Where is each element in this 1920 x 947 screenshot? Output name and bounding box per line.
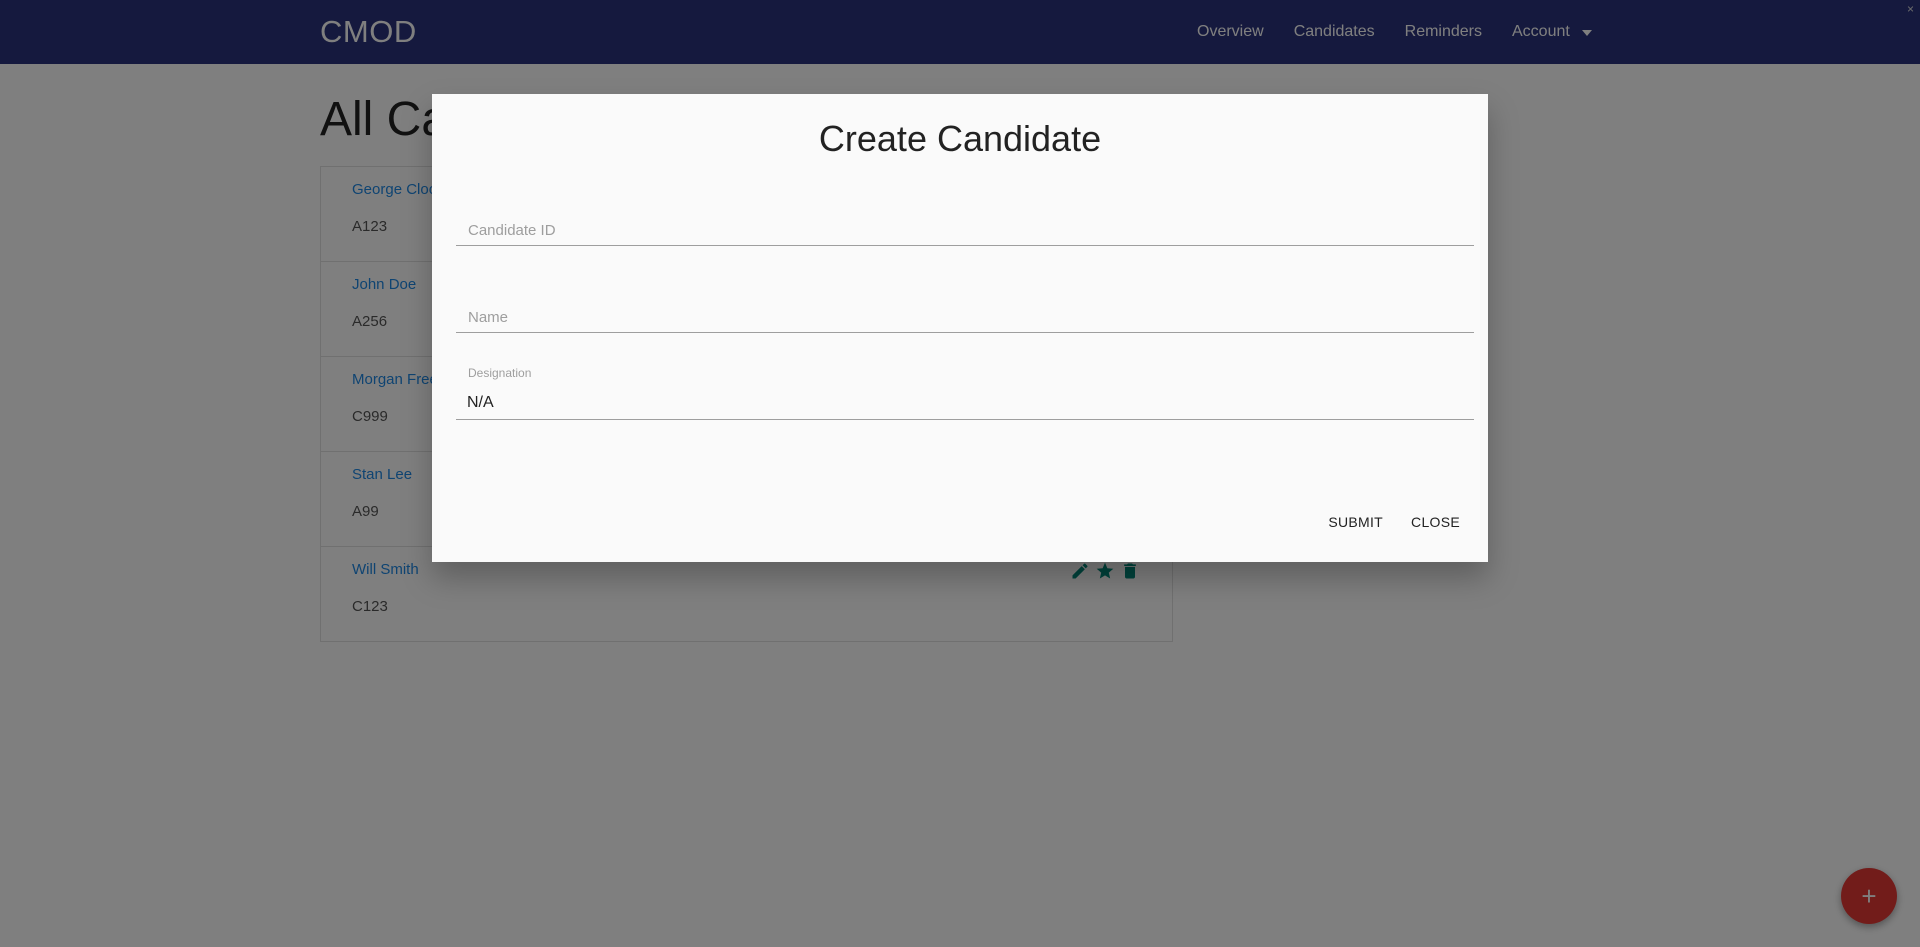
name-placeholder: Name bbox=[468, 309, 509, 326]
modal-title: Create Candidate bbox=[818, 118, 1102, 159]
designation-field[interactable]: Designation N/A bbox=[456, 366, 1474, 420]
close-button[interactable]: CLOSE bbox=[1403, 508, 1468, 536]
submit-button[interactable]: SUBMIT bbox=[1320, 508, 1391, 536]
candidate-id-field[interactable]: Candidate ID bbox=[456, 206, 1474, 246]
candidate-id-placeholder: Candidate ID bbox=[468, 222, 556, 239]
designation-label: Designation bbox=[468, 366, 532, 380]
name-field[interactable]: Name bbox=[456, 293, 1474, 333]
create-candidate-modal: Create Candidate Candidate ID Name Desig… bbox=[432, 94, 1488, 562]
modal-actions: SUBMIT CLOSE bbox=[1320, 508, 1468, 536]
designation-value: N/A bbox=[467, 394, 494, 411]
